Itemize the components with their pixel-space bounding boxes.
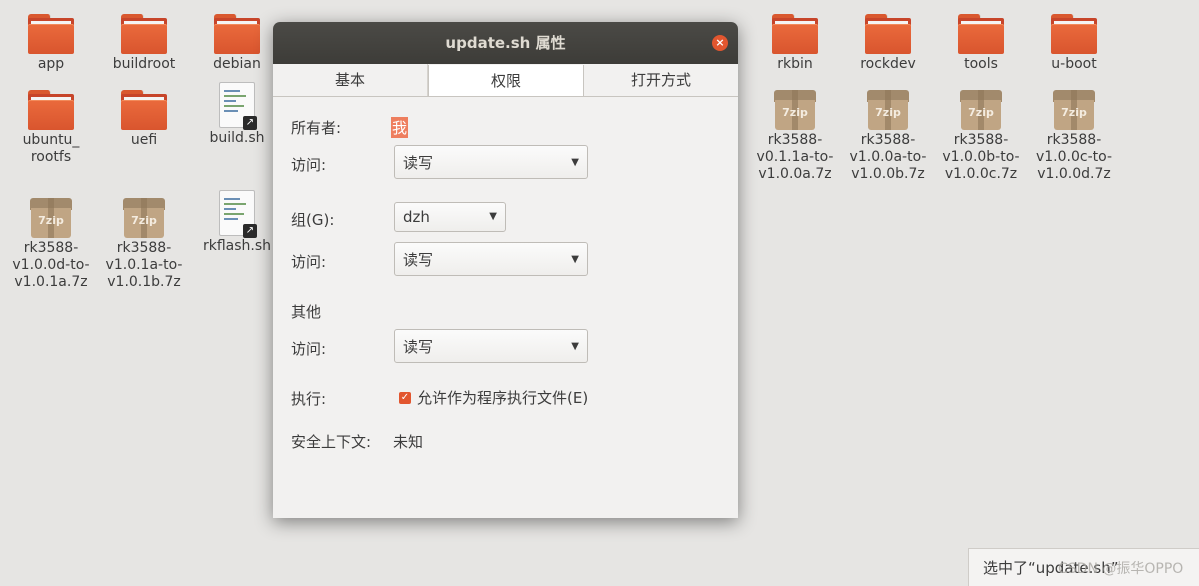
file-label: rk3588- v1.0.0a-to- v1.0.0b.7z xyxy=(849,132,927,182)
folder-app[interactable]: app xyxy=(6,14,96,73)
owner-value: 我 xyxy=(391,117,409,138)
folder-uefi[interactable]: uefi xyxy=(99,90,189,149)
others-label: 其他 xyxy=(291,303,322,321)
group-value: dzh xyxy=(403,208,430,226)
group-label: 组(G): xyxy=(291,211,335,229)
script-file-icon: ↗ xyxy=(219,190,257,238)
others-access-select[interactable]: 读写 ▼ xyxy=(394,329,588,363)
others-access-label: 访问: xyxy=(291,340,327,358)
owner-access-value: 读写 xyxy=(403,154,434,172)
owner-access-label: 访问: xyxy=(291,156,327,174)
tab-open-with[interactable]: 打开方式 xyxy=(584,64,738,96)
file-label: tools xyxy=(964,56,998,72)
tab-permissions[interactable]: 权限 xyxy=(428,65,584,96)
file-label: debian xyxy=(213,56,261,72)
file-label: u-boot xyxy=(1051,56,1097,72)
owner-label: 所有者: xyxy=(291,119,342,137)
folder-icon xyxy=(28,14,74,54)
folder-icon xyxy=(121,14,167,54)
file-label: app xyxy=(37,56,65,72)
archive-file[interactable]: 7zip rk3588- v1.0.0c-to- v1.0.0d.7z xyxy=(1029,90,1119,183)
dialog-title: update.sh 属性 xyxy=(445,34,566,52)
dropdown-arrow-icon: ▼ xyxy=(571,157,579,168)
dialog-titlebar[interactable]: update.sh 属性 × xyxy=(273,22,738,64)
file-label: rkbin xyxy=(777,56,813,72)
checkmark-icon: ✓ xyxy=(399,391,411,404)
archive-icon: 7zip xyxy=(30,198,72,238)
folder-icon xyxy=(214,14,260,54)
file-label: rk3588- v1.0.0b-to- v1.0.0c.7z xyxy=(942,132,1020,182)
others-access-value: 读写 xyxy=(403,338,434,356)
folder-rockdev[interactable]: rockdev xyxy=(843,14,933,73)
group-access-label: 访问: xyxy=(291,253,327,271)
owner-access-select[interactable]: 读写 ▼ xyxy=(394,145,588,179)
execute-label: 执行: xyxy=(291,390,327,408)
file-rkflash-sh[interactable]: ↗ rkflash.sh xyxy=(192,190,282,255)
group-access-value: 读写 xyxy=(403,251,434,269)
symlink-arrow-icon: ↗ xyxy=(243,224,257,238)
dropdown-arrow-icon: ▼ xyxy=(571,341,579,352)
folder-rkbin[interactable]: rkbin xyxy=(750,14,840,73)
folder-u-boot[interactable]: u-boot xyxy=(1029,14,1119,73)
archive-file[interactable]: 7zip rk3588- v1.0.1a-to- v1.0.1b.7z xyxy=(99,198,189,291)
script-file-icon: ↗ xyxy=(219,82,257,130)
dropdown-arrow-icon: ▼ xyxy=(489,211,497,222)
archive-icon: 7zip xyxy=(960,90,1002,130)
folder-buildroot[interactable]: buildroot xyxy=(99,14,189,73)
folder-icon xyxy=(121,90,167,130)
dropdown-arrow-icon: ▼ xyxy=(571,254,579,265)
folder-ubuntu-rootfs[interactable]: ubuntu_ rootfs xyxy=(6,90,96,166)
archive-file[interactable]: 7zip rk3588- v1.0.0a-to- v1.0.0b.7z xyxy=(843,90,933,183)
folder-debian[interactable]: debian xyxy=(192,14,282,73)
archive-icon: 7zip xyxy=(774,90,816,130)
file-label: rk3588- v1.0.0d-to- v1.0.1a.7z xyxy=(12,240,90,290)
watermark: CSDN @振华OPPO xyxy=(1058,561,1184,577)
group-access-select[interactable]: 读写 ▼ xyxy=(394,242,588,276)
file-label: ubuntu_ rootfs xyxy=(22,132,80,165)
file-build-sh[interactable]: ↗ build.sh xyxy=(192,82,282,147)
file-label: rockdev xyxy=(860,56,916,72)
execute-checkbox[interactable]: ✓ 允许作为程序执行文件(E) xyxy=(399,387,588,408)
file-label: rk3588- v0.1.1a-to- v1.0.0a.7z xyxy=(756,132,834,182)
file-label: rk3588- v1.0.1a-to- v1.0.1b.7z xyxy=(105,240,183,290)
execute-checkbox-label: 允许作为程序执行文件(E) xyxy=(417,389,589,407)
security-context-value: 未知 xyxy=(393,433,424,451)
archive-icon: 7zip xyxy=(867,90,909,130)
file-label: buildroot xyxy=(112,56,176,72)
archive-file[interactable]: 7zip rk3588- v1.0.0d-to- v1.0.1a.7z xyxy=(6,198,96,291)
dialog-tabs: 基本 权限 打开方式 xyxy=(273,64,738,97)
security-context-label: 安全上下文: xyxy=(291,433,372,451)
archive-file[interactable]: 7zip rk3588- v1.0.0b-to- v1.0.0c.7z xyxy=(936,90,1026,183)
folder-icon xyxy=(1051,14,1097,54)
archive-icon: 7zip xyxy=(123,198,165,238)
folder-icon xyxy=(958,14,1004,54)
close-icon[interactable]: × xyxy=(712,35,728,51)
file-label: rk3588- v1.0.0c-to- v1.0.0d.7z xyxy=(1035,132,1113,182)
folder-icon xyxy=(865,14,911,54)
archive-file[interactable]: 7zip rk3588- v0.1.1a-to- v1.0.0a.7z xyxy=(750,90,840,183)
folder-icon xyxy=(772,14,818,54)
file-label: build.sh xyxy=(209,130,265,146)
tab-basic[interactable]: 基本 xyxy=(273,64,428,96)
group-select[interactable]: dzh ▼ xyxy=(394,202,506,232)
folder-icon xyxy=(28,90,74,130)
archive-icon: 7zip xyxy=(1053,90,1095,130)
folder-tools[interactable]: tools xyxy=(936,14,1026,73)
symlink-arrow-icon: ↗ xyxy=(243,116,257,130)
file-label: uefi xyxy=(130,132,158,148)
file-label: rkflash.sh xyxy=(202,238,272,254)
properties-dialog: update.sh 属性 × 基本 权限 打开方式 所有者: 我 访问: 读写 … xyxy=(273,22,738,518)
